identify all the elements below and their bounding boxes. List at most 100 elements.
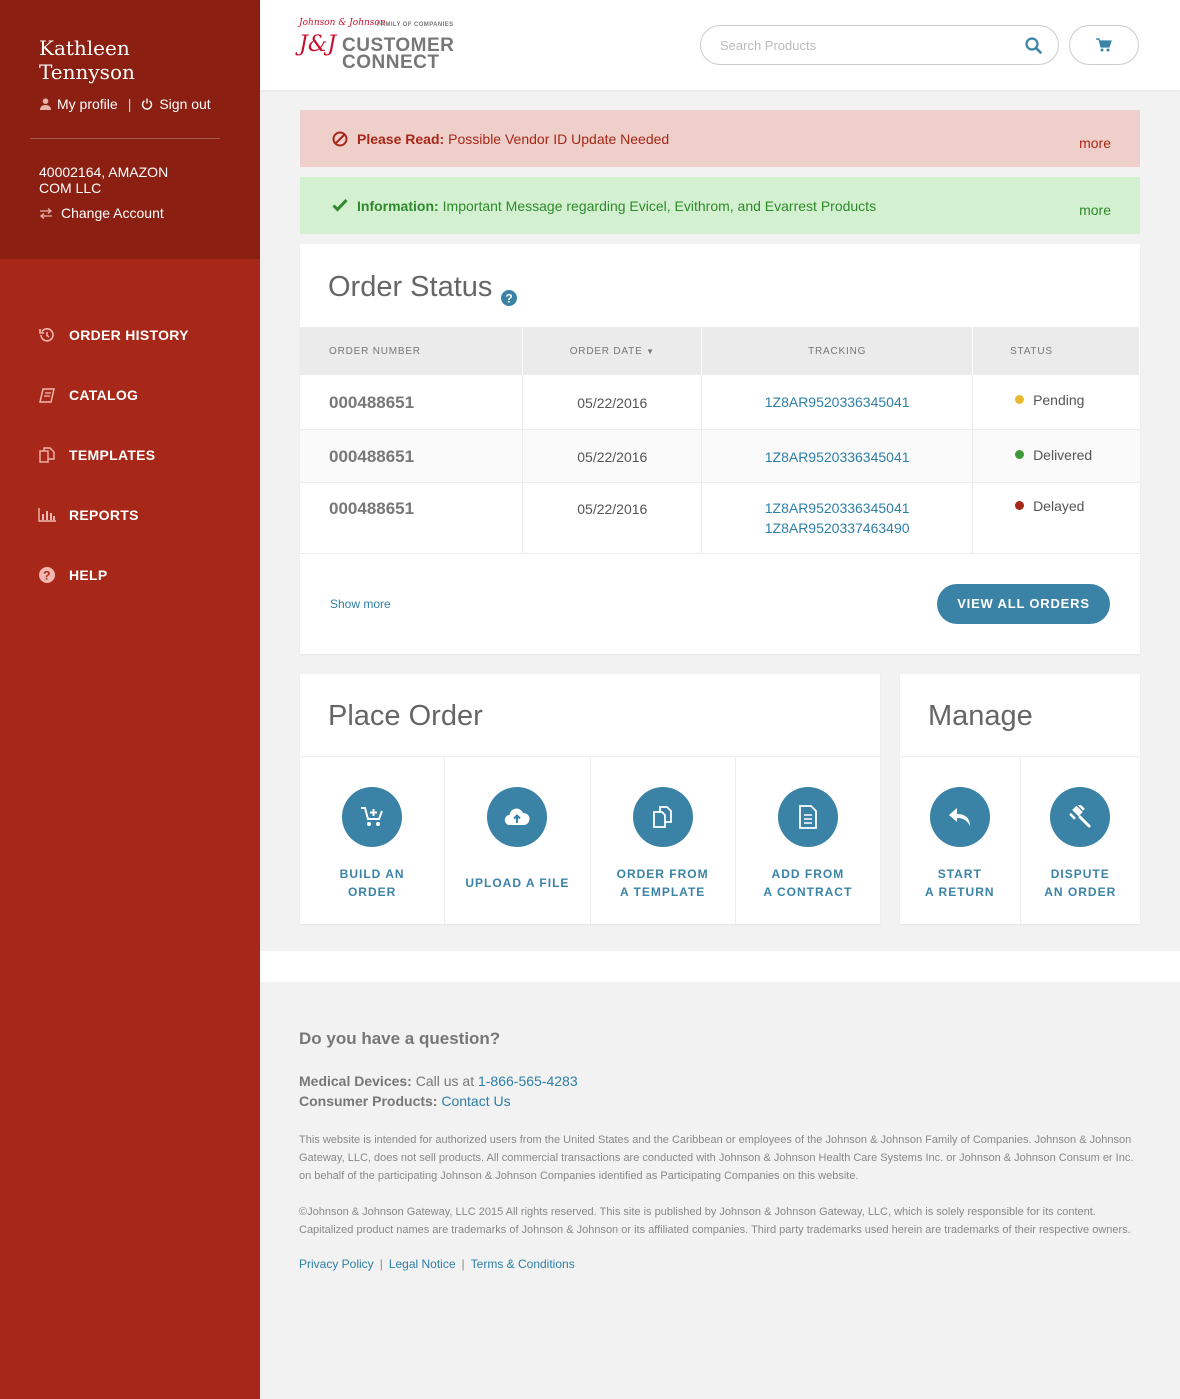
alert-text: Possible Vendor ID Update Needed [448, 130, 670, 147]
status-dot [1015, 449, 1025, 459]
document-icon [777, 786, 838, 847]
action-label: BUILD AN ORDER [340, 865, 405, 901]
medical-text: Call us at [415, 1073, 475, 1089]
power-icon [141, 98, 153, 110]
cart-plus-icon [342, 786, 403, 847]
footer: Do you have a question? Medical Devices:… [260, 982, 1180, 1399]
nav-catalog[interactable]: CATALOG [0, 365, 260, 425]
legal-notice-link[interactable]: Legal Notice [389, 1257, 456, 1271]
label-line: A TEMPLATE [619, 884, 706, 899]
action-label: DISPUTE AN ORDER [1044, 865, 1116, 901]
my-profile-link[interactable]: My profile [57, 96, 118, 112]
label-line: START [937, 866, 982, 881]
col-label: ORDER DATE [569, 345, 643, 357]
medical-contact: Medical Devices: Call us at 1-866-565-42… [299, 1071, 1140, 1091]
col-order-date[interactable]: ORDER DATE ▼ [522, 327, 703, 375]
table-row[interactable]: 000488651 05/22/2016 1Z8AR9520336345041 … [300, 375, 1140, 430]
order-number: 000488651 [300, 429, 524, 483]
tracking-link[interactable]: 1Z8AR9520336345041 [702, 498, 972, 518]
nav-templates[interactable]: TEMPLATES [0, 425, 260, 485]
order-status-footer: Show more VIEW ALL ORDERS [300, 554, 1140, 654]
show-more-link[interactable]: Show more [330, 597, 391, 611]
add-from-contract-action[interactable]: ADD FROM A CONTRACT [736, 757, 880, 924]
prohibited-icon [332, 131, 348, 147]
separator: | [461, 1257, 465, 1271]
manage-card: Manage START A RETURN DISPUTE AN ORDER [900, 673, 1141, 924]
col-tracking: TRACKING [701, 327, 974, 375]
order-date: 05/22/2016 [522, 482, 703, 554]
vendor-alert: Please Read: Possible Vendor ID Update N… [300, 110, 1140, 167]
user-icon [39, 98, 51, 110]
help-icon[interactable]: ? [501, 281, 518, 306]
table-row[interactable]: 000488651 05/22/2016 1Z8AR9520336345041 … [300, 482, 1140, 554]
reply-icon [929, 786, 990, 847]
order-status-card: Order Status ? ORDER NUMBER ORDER DATE ▼… [300, 244, 1140, 654]
order-date: 05/22/2016 [522, 375, 703, 430]
label-line: A CONTRACT [763, 884, 853, 899]
info-more-link[interactable]: more [1079, 202, 1111, 218]
tracking-cell: 1Z8AR9520336345041 [701, 375, 974, 430]
svg-text:?: ? [506, 292, 513, 306]
label-line: DISPUTE [1050, 866, 1110, 881]
footer-links: Privacy Policy | Legal Notice | Terms & Cond… [299, 1257, 1140, 1271]
separator: | [127, 96, 132, 112]
logo-brand: Johnson & Johnson [299, 18, 386, 28]
terms-link[interactable]: Terms & Conditions [471, 1257, 575, 1271]
nav-label: ORDER HISTORY [69, 327, 189, 343]
dispute-order-action[interactable]: DISPUTE AN ORDER [1021, 757, 1141, 924]
logo-family: FAMILY OF COMPANIES [377, 22, 454, 28]
label-line: ORDER [347, 884, 397, 899]
table-row[interactable]: 000488651 05/22/2016 1Z8AR9520336345041 … [300, 429, 1140, 483]
label-line: AN ORDER [1044, 884, 1117, 899]
question-heading: Do you have a question? [299, 1029, 501, 1048]
start-return-action[interactable]: START A RETURN [900, 756, 1021, 924]
status-cell: Delayed [972, 482, 1140, 554]
main-content: Please Read: Possible Vendor ID Update N… [300, 110, 1140, 924]
alert-title: Information: [357, 197, 439, 214]
tracking-link[interactable]: 1Z8AR9520336345041 [702, 447, 972, 467]
upload-file-action[interactable]: UPLOAD A FILE [445, 756, 591, 924]
status-text: Delivered [1033, 446, 1093, 463]
view-all-orders-button[interactable]: VIEW ALL ORDERS [937, 583, 1110, 624]
tracking-link[interactable]: 1Z8AR9520336345041 [702, 392, 972, 412]
divider [30, 138, 220, 139]
order-status-title-row: Order Status ? [300, 244, 1140, 327]
search-input[interactable] [720, 37, 1025, 53]
gavel-icon [1050, 786, 1111, 847]
actions-row: Place Order BUILD AN ORDER UPLOAD A FILE [300, 673, 1141, 924]
nav-help[interactable]: ? HELP [0, 545, 260, 605]
change-account-link[interactable]: Change Account [39, 205, 230, 221]
phone-link[interactable]: 1-866-565-4283 [478, 1073, 578, 1089]
label-line: BUILD AN [339, 866, 405, 881]
info-alert: Information: Important Message regarding… [300, 177, 1140, 234]
build-order-action[interactable]: BUILD AN ORDER [300, 756, 446, 924]
privacy-policy-link[interactable]: Privacy Policy [299, 1257, 374, 1271]
change-account-label: Change Account [61, 205, 164, 221]
nav-reports[interactable]: REPORTS [0, 485, 260, 545]
order-from-template-action[interactable]: ORDER FROM A TEMPLATE [591, 756, 736, 924]
tracking-cell: 1Z8AR9520336345041 1Z8AR9520337463490 [701, 482, 974, 554]
nav-order-history[interactable]: ORDER HISTORY [0, 305, 260, 365]
logo[interactable]: Johnson & Johnson FAMILY OF COMPANIES J&… [299, 18, 469, 74]
vendor-more-link[interactable]: more [1079, 135, 1111, 151]
status-text: Pending [1033, 392, 1085, 408]
user-name: Kathleen Tennyson [39, 36, 135, 84]
cloud-upload-icon [487, 786, 548, 847]
label-line: ADD FROM [771, 866, 845, 881]
contact-us-link[interactable]: Contact Us [441, 1093, 510, 1109]
sign-out-link[interactable]: Sign out [159, 96, 210, 112]
search-icon[interactable] [1025, 36, 1042, 54]
orders-table: ORDER NUMBER ORDER DATE ▼ TRACKING STATU… [300, 327, 1140, 554]
help-icon: ? [38, 566, 56, 584]
status-dot [1015, 395, 1025, 404]
cart-button[interactable] [1069, 25, 1139, 65]
order-date: 05/22/2016 [522, 429, 703, 483]
sort-down-icon: ▼ [646, 346, 655, 356]
label-line: ORDER FROM [616, 866, 709, 881]
tracking-link[interactable]: 1Z8AR9520337463490 [702, 518, 972, 538]
alert-title: Please Read: [357, 130, 445, 147]
tracking-cell: 1Z8AR9520336345041 [701, 429, 974, 483]
check-icon [332, 198, 348, 214]
cart-icon [1096, 38, 1112, 52]
label-line: A RETURN [924, 884, 995, 899]
